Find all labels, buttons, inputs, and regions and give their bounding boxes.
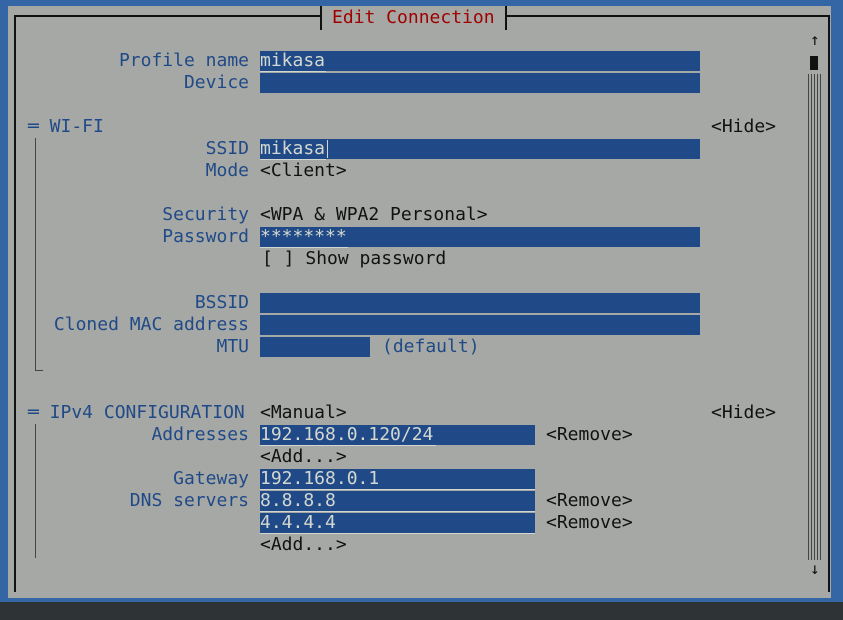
wifi-section-corner — [35, 370, 43, 371]
mtu-default-hint: (default) — [382, 336, 480, 357]
address-value: 192.168.0.120/24 — [260, 425, 436, 446]
dialog-shadow — [18, 602, 843, 620]
show-password-checkbox[interactable]: [ ] Show password — [262, 248, 446, 270]
scrollbar-thumb[interactable] — [810, 56, 818, 70]
ssid-field[interactable]: mikasa — [260, 138, 700, 160]
dns-value-1: 8.8.8.8 — [260, 491, 535, 512]
gateway-field[interactable]: 192.168.0.1 — [260, 469, 535, 490]
bssid-label: BSSID — [194, 292, 249, 313]
remove-address-button[interactable]: <Remove> — [546, 424, 633, 446]
address-field[interactable]: 192.168.0.120/24 — [260, 425, 535, 446]
security-dropdown[interactable]: <WPA & WPA2 Personal> — [260, 204, 488, 226]
wifi-hide-button[interactable]: <Hide> — [711, 116, 776, 138]
dns-field-2[interactable]: 4.4.4.4 — [260, 513, 535, 534]
scrollbar-track[interactable] — [808, 74, 822, 560]
remove-dns-1-button[interactable]: <Remove> — [546, 490, 633, 512]
wifi-section-header: ═ WI-FI — [28, 116, 104, 137]
checkbox-icon: [ ] — [262, 248, 295, 269]
ssid-value: mikasa — [260, 138, 326, 160]
scroll-down-arrow-icon[interactable]: ↓ — [810, 560, 820, 578]
gateway-value: 192.168.0.1 — [260, 469, 535, 490]
device-label: Device — [183, 72, 249, 93]
security-label: Security — [162, 204, 249, 225]
mtu-value — [260, 337, 262, 357]
addresses-label: Addresses — [151, 424, 249, 445]
add-dns-button[interactable]: <Add...> — [260, 534, 347, 556]
cloned-mac-field[interactable] — [260, 315, 700, 335]
password-label: Password — [162, 226, 249, 247]
add-address-button[interactable]: <Add...> — [260, 446, 347, 468]
gateway-label: Gateway — [173, 468, 249, 489]
ipv4-hide-button[interactable]: <Hide> — [711, 402, 776, 424]
device-value — [260, 73, 262, 93]
dns-servers-label: DNS servers — [129, 490, 249, 511]
ssid-label: SSID — [205, 138, 249, 159]
password-field[interactable]: ******** — [260, 226, 700, 248]
dns-field-1[interactable]: 8.8.8.8 — [260, 491, 535, 512]
bssid-value — [260, 293, 262, 313]
mtu-label: MTU — [216, 336, 249, 357]
cloned-mac-label: Cloned MAC address — [53, 314, 249, 335]
ipv4-method-dropdown[interactable]: <Manual> — [260, 402, 347, 424]
bssid-field[interactable] — [260, 293, 700, 313]
profile-name-label: Profile name — [118, 50, 249, 71]
mtu-field[interactable] — [260, 337, 370, 357]
password-value: ******** — [260, 226, 348, 248]
cloned-mac-value — [260, 315, 262, 335]
scroll-up-arrow-icon[interactable]: ↑ — [810, 31, 820, 49]
ipv4-section-header: ═ IPv4 CONFIGURATION — [28, 402, 245, 423]
remove-dns-2-button[interactable]: <Remove> — [546, 512, 633, 534]
mode-label: Mode — [205, 160, 249, 181]
text-cursor — [327, 140, 338, 158]
profile-name-value: mikasa — [260, 50, 326, 72]
mode-dropdown[interactable]: <Client> — [260, 160, 347, 182]
dns-value-2: 4.4.4.4 — [260, 513, 535, 534]
profile-name-field[interactable]: mikasa — [260, 50, 700, 72]
dialog-title: Edit Connection — [320, 6, 507, 30]
show-password-label: Show password — [305, 248, 447, 269]
device-field[interactable] — [260, 73, 700, 93]
